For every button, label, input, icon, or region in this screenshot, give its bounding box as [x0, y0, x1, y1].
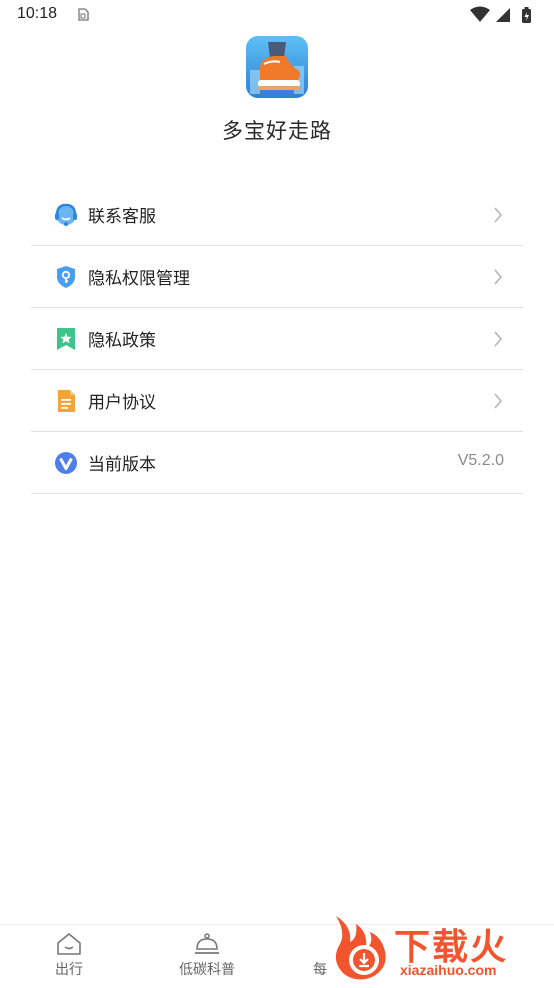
menu-item-current-version: 当前版本 V5.2.0	[31, 432, 523, 494]
version-value: V5.2.0	[457, 452, 504, 469]
app-name: 多宝好走路	[222, 119, 332, 143]
menu-item-label: 隐私政策	[88, 331, 156, 351]
nav-tab-low-carbon[interactable]: 低碳科普	[167, 931, 247, 979]
bell-dome-icon	[195, 933, 219, 954]
wifi-icon	[470, 6, 490, 22]
version-v-icon	[55, 452, 77, 474]
signal-icon	[496, 8, 510, 22]
app-logo	[246, 36, 308, 98]
sneaker-logo-icon	[246, 36, 308, 98]
house-icon	[57, 933, 81, 955]
status-time: 10:18	[17, 5, 58, 22]
chevron-right-icon	[494, 331, 503, 347]
nav-tab-label: 出行	[55, 962, 83, 978]
menu-item-label: 用户协议	[88, 393, 156, 413]
menu-item-contact-service[interactable]: 联系客服	[31, 184, 523, 246]
menu-item-label: 当前版本	[88, 455, 156, 475]
menu-item-label: 隐私权限管理	[88, 269, 190, 289]
nav-tab-travel[interactable]: 出行	[29, 931, 109, 979]
status-indicators	[470, 6, 531, 23]
menu-item-privacy-permissions[interactable]: 隐私权限管理	[31, 246, 523, 308]
sim-card-icon	[78, 8, 89, 21]
flame-logo-icon	[335, 916, 386, 980]
document-icon	[58, 390, 75, 412]
settings-menu: 联系客服 隐私权限管理 隐私政策 用户协议 当前版本 V5.2.0	[31, 184, 523, 494]
menu-item-privacy-policy[interactable]: 隐私政策	[31, 308, 523, 370]
chevron-right-icon	[494, 269, 503, 285]
battery-icon	[522, 7, 531, 23]
nav-tab-label: 低碳科普	[179, 962, 235, 978]
watermark-url: xiazaihuo.com	[400, 962, 497, 978]
watermark: 下载火 xiazaihuo.com	[326, 910, 554, 984]
privacy-shield-icon	[57, 266, 75, 288]
bookmark-star-icon	[57, 328, 75, 350]
chevron-right-icon	[494, 393, 503, 409]
customer-service-icon	[55, 203, 77, 226]
status-bar: 10:18	[0, 0, 554, 30]
chevron-right-icon	[494, 207, 503, 223]
menu-item-user-agreement[interactable]: 用户协议	[31, 370, 523, 432]
menu-item-label: 联系客服	[88, 207, 156, 227]
